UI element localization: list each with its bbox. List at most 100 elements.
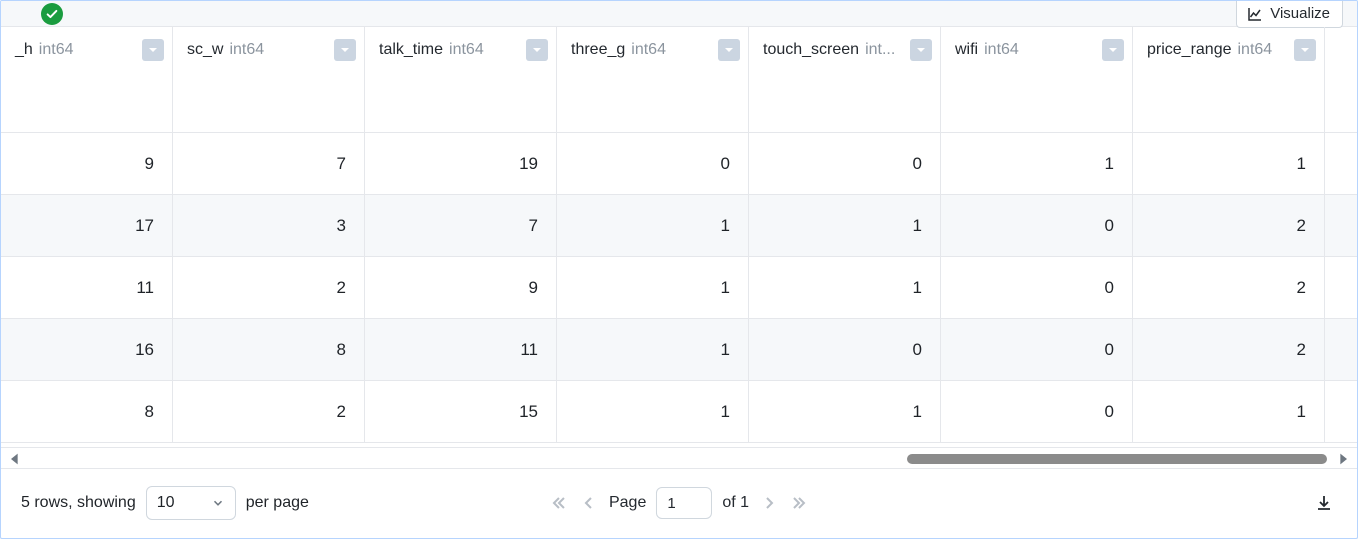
chevron-double-left-icon bbox=[551, 495, 567, 511]
cell[interactable]: 0 bbox=[941, 195, 1132, 256]
cell[interactable]: 2 bbox=[1133, 195, 1324, 256]
column-menu-button[interactable] bbox=[718, 39, 740, 61]
cell[interactable]: 9 bbox=[1, 133, 172, 194]
cell[interactable]: 1 bbox=[749, 381, 940, 442]
chevron-down-icon bbox=[1107, 44, 1119, 56]
chevron-double-right-icon bbox=[791, 495, 807, 511]
column-name: talk_time bbox=[379, 41, 443, 59]
cell[interactable]: 2 bbox=[1133, 257, 1324, 318]
cell[interactable]: 15 bbox=[365, 381, 556, 442]
next-page-button[interactable] bbox=[759, 493, 779, 513]
cell[interactable]: 2 bbox=[1133, 319, 1324, 380]
column-menu-button[interactable] bbox=[334, 39, 356, 61]
column-menu-button[interactable] bbox=[526, 39, 548, 61]
cell[interactable]: 8 bbox=[173, 319, 364, 380]
column-type: int64 bbox=[449, 41, 484, 59]
column-type: int64 bbox=[984, 41, 1019, 59]
scrollbar-thumb[interactable] bbox=[907, 454, 1327, 464]
chevron-down-icon bbox=[531, 44, 543, 56]
column-header[interactable]: wifi int64 bbox=[941, 27, 1133, 132]
first-page-button[interactable] bbox=[549, 493, 569, 513]
column-header[interactable]: touch_screen int... bbox=[749, 27, 941, 132]
column-name: wifi bbox=[955, 41, 978, 59]
column-header[interactable]: three_g int64 bbox=[557, 27, 749, 132]
table-row: 17 3 7 1 1 0 2 bbox=[1, 195, 1357, 257]
horizontal-scrollbar[interactable] bbox=[1, 447, 1357, 469]
column-menu-button[interactable] bbox=[1294, 39, 1316, 61]
cell[interactable]: 8 bbox=[1, 381, 172, 442]
cell[interactable]: 1 bbox=[1133, 133, 1324, 194]
cell[interactable]: 1 bbox=[557, 195, 748, 256]
success-status-badge bbox=[41, 3, 63, 25]
cell[interactable]: 0 bbox=[749, 133, 940, 194]
dataframe-output-panel: Visualize _h int64 sc_w int64 bbox=[0, 0, 1358, 539]
header-row: _h int64 sc_w int64 talk_time bbox=[1, 27, 1357, 133]
table-row: 16 8 11 1 0 0 2 bbox=[1, 319, 1357, 381]
cell[interactable]: 0 bbox=[749, 319, 940, 380]
cell[interactable]: 11 bbox=[1, 257, 172, 318]
cell[interactable]: 1 bbox=[941, 133, 1132, 194]
cell-status-bar: Visualize bbox=[1, 1, 1357, 27]
rows-per-page-value: 10 bbox=[157, 494, 175, 512]
download-button[interactable] bbox=[1311, 490, 1337, 516]
cell[interactable]: 19 bbox=[365, 133, 556, 194]
column-header[interactable]: sc_w int64 bbox=[173, 27, 365, 132]
visualize-label: Visualize bbox=[1270, 5, 1330, 22]
cell[interactable]: 1 bbox=[557, 257, 748, 318]
last-page-button[interactable] bbox=[789, 493, 809, 513]
scroll-right-button[interactable] bbox=[1335, 451, 1351, 467]
cell[interactable]: 7 bbox=[365, 195, 556, 256]
column-type: int... bbox=[865, 41, 895, 59]
cell[interactable]: 3 bbox=[173, 195, 364, 256]
table-row: 8 2 15 1 1 0 1 bbox=[1, 381, 1357, 443]
column-type: int64 bbox=[1238, 41, 1273, 59]
column-name: touch_screen bbox=[763, 41, 859, 59]
chevron-right-icon bbox=[761, 495, 777, 511]
column-header[interactable]: price_range int64 bbox=[1133, 27, 1325, 132]
triangle-right-icon bbox=[1335, 451, 1351, 467]
table-row: 11 2 9 1 1 0 2 bbox=[1, 257, 1357, 319]
chevron-down-icon bbox=[339, 44, 351, 56]
cell[interactable]: 2 bbox=[173, 381, 364, 442]
column-name: three_g bbox=[571, 41, 625, 59]
column-name: _h bbox=[15, 41, 33, 59]
rows-per-page-select[interactable]: 10 bbox=[146, 486, 236, 520]
chart-line-icon bbox=[1247, 6, 1263, 22]
column-menu-button[interactable] bbox=[1102, 39, 1124, 61]
column-menu-button[interactable] bbox=[910, 39, 932, 61]
cell[interactable]: 9 bbox=[365, 257, 556, 318]
triangle-left-icon bbox=[7, 451, 23, 467]
cell[interactable]: 0 bbox=[941, 319, 1132, 380]
chevron-down-icon bbox=[147, 44, 159, 56]
cell[interactable]: 17 bbox=[1, 195, 172, 256]
cell[interactable]: 1 bbox=[749, 257, 940, 318]
download-icon bbox=[1314, 493, 1334, 513]
column-name: price_range bbox=[1147, 41, 1232, 59]
chevron-down-icon bbox=[1299, 44, 1311, 56]
grid-footer: 5 rows, showing 10 per page Page of 1 bbox=[1, 469, 1357, 537]
column-header[interactable]: _h int64 bbox=[1, 27, 173, 132]
cell[interactable]: 2 bbox=[173, 257, 364, 318]
visualize-button[interactable]: Visualize bbox=[1236, 0, 1343, 28]
per-page-label: per page bbox=[246, 494, 309, 512]
cell[interactable]: 16 bbox=[1, 319, 172, 380]
cell[interactable]: 7 bbox=[173, 133, 364, 194]
cell[interactable]: 1 bbox=[557, 319, 748, 380]
cell[interactable]: 1 bbox=[749, 195, 940, 256]
prev-page-button[interactable] bbox=[579, 493, 599, 513]
rows-info: 5 rows, showing 10 per page bbox=[21, 486, 309, 520]
scroll-left-button[interactable] bbox=[7, 451, 23, 467]
cell[interactable]: 1 bbox=[1133, 381, 1324, 442]
column-menu-button[interactable] bbox=[142, 39, 164, 61]
chevron-down-icon bbox=[915, 44, 927, 56]
chevron-down-icon bbox=[723, 44, 735, 56]
cell[interactable]: 0 bbox=[941, 257, 1132, 318]
table-row: 9 7 19 0 0 1 1 bbox=[1, 133, 1357, 195]
cell[interactable]: 0 bbox=[941, 381, 1132, 442]
column-header[interactable]: talk_time int64 bbox=[365, 27, 557, 132]
cell[interactable]: 11 bbox=[365, 319, 556, 380]
column-type: int64 bbox=[631, 41, 666, 59]
cell[interactable]: 0 bbox=[557, 133, 748, 194]
cell[interactable]: 1 bbox=[557, 381, 748, 442]
page-number-input[interactable] bbox=[656, 487, 712, 519]
